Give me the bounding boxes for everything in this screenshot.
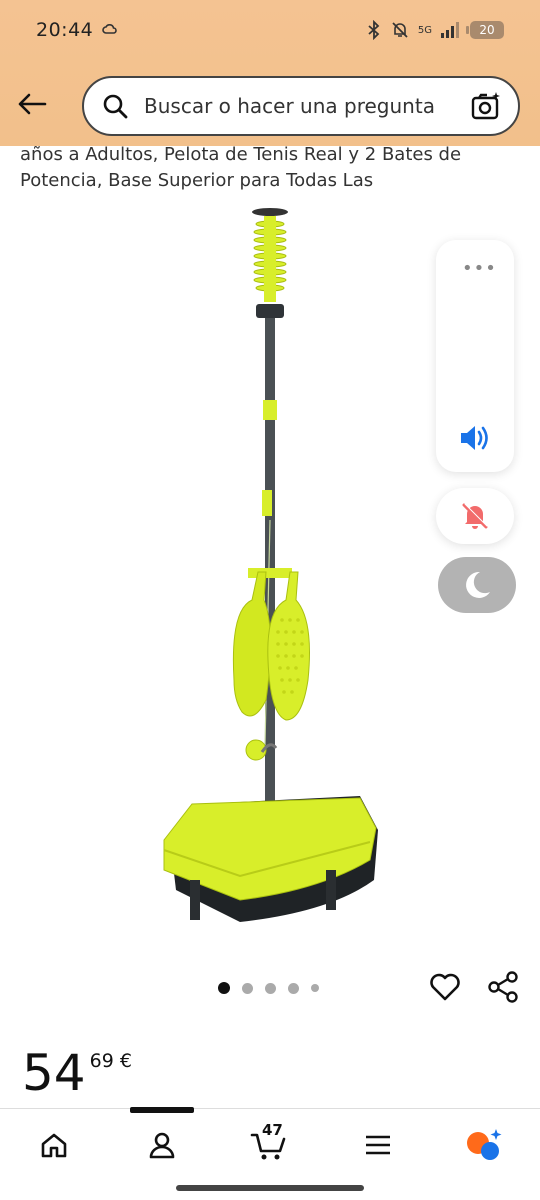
bell-off-icon: [462, 503, 488, 529]
search-icon: [102, 92, 130, 120]
share-icon[interactable]: [486, 970, 520, 1004]
search-row: [0, 76, 540, 138]
carousel-dot[interactable]: [288, 982, 299, 994]
nav-cart[interactable]: 47: [248, 1121, 292, 1165]
system-home-bar[interactable]: [176, 1185, 364, 1191]
search-box[interactable]: [82, 76, 520, 136]
cloud-sync-icon: [102, 24, 118, 34]
volume-icon[interactable]: [457, 420, 493, 456]
search-input[interactable]: [142, 93, 470, 119]
product-title[interactable]: años a Adultos, Pelota de Tenis Real y 2…: [20, 142, 520, 194]
tennis-trainer-image: [163, 208, 378, 922]
bluetooth-icon: [368, 20, 380, 40]
more-options-button[interactable]: •••: [462, 258, 497, 279]
signal-icon: [441, 22, 459, 38]
price-cents: 69: [89, 1050, 114, 1072]
clock-text: 20:44: [36, 19, 94, 41]
carousel-dot[interactable]: [311, 984, 319, 992]
cart-count-badge: 47: [262, 1121, 283, 1139]
more-options-label: •••: [462, 258, 497, 279]
dark-mode-button[interactable]: [438, 557, 516, 613]
menu-icon: [366, 1135, 390, 1155]
nav-account[interactable]: [142, 1125, 182, 1165]
network-label: 5G: [417, 24, 432, 36]
status-bar: 20:44 5G 20: [0, 0, 540, 60]
status-icons: 5G 20: [366, 20, 504, 40]
rufus-assistant-icon: [467, 1129, 502, 1160]
mute-notifications-button[interactable]: [436, 488, 514, 544]
active-tab-indicator: [130, 1107, 194, 1113]
battery-level: 20: [479, 23, 495, 37]
nav-rufus[interactable]: [464, 1125, 504, 1165]
account-icon: [149, 1132, 175, 1159]
price-currency: €: [119, 1050, 132, 1072]
battery-indicator: 20: [466, 21, 504, 39]
back-arrow-icon: [18, 93, 47, 115]
product-image[interactable]: [130, 200, 410, 940]
moon-icon: [466, 571, 490, 598]
carousel-dot[interactable]: [218, 982, 230, 994]
carousel-dot[interactable]: [265, 982, 276, 994]
image-carousel-dots: [218, 982, 319, 994]
title-line: años a Adultos, Pelota de Tenis Real y 2…: [20, 144, 462, 165]
floating-side-panel: •••: [436, 240, 514, 472]
wishlist-heart-icon[interactable]: [428, 970, 462, 1004]
home-icon: [41, 1133, 67, 1158]
nav-menu[interactable]: [358, 1125, 398, 1165]
status-time: 20:44: [36, 19, 119, 41]
product-price: 54 69 €: [22, 1044, 132, 1102]
title-line: Potencia, Base Superior para Todas Las: [20, 170, 374, 191]
muted-bell-icon: [392, 22, 408, 38]
camera-search-icon[interactable]: [470, 90, 502, 122]
back-button[interactable]: [12, 84, 52, 124]
nav-home[interactable]: [34, 1125, 74, 1165]
bottom-navigation: 47: [0, 1107, 540, 1181]
carousel-dot[interactable]: [242, 982, 253, 994]
price-whole: 54: [22, 1044, 86, 1102]
